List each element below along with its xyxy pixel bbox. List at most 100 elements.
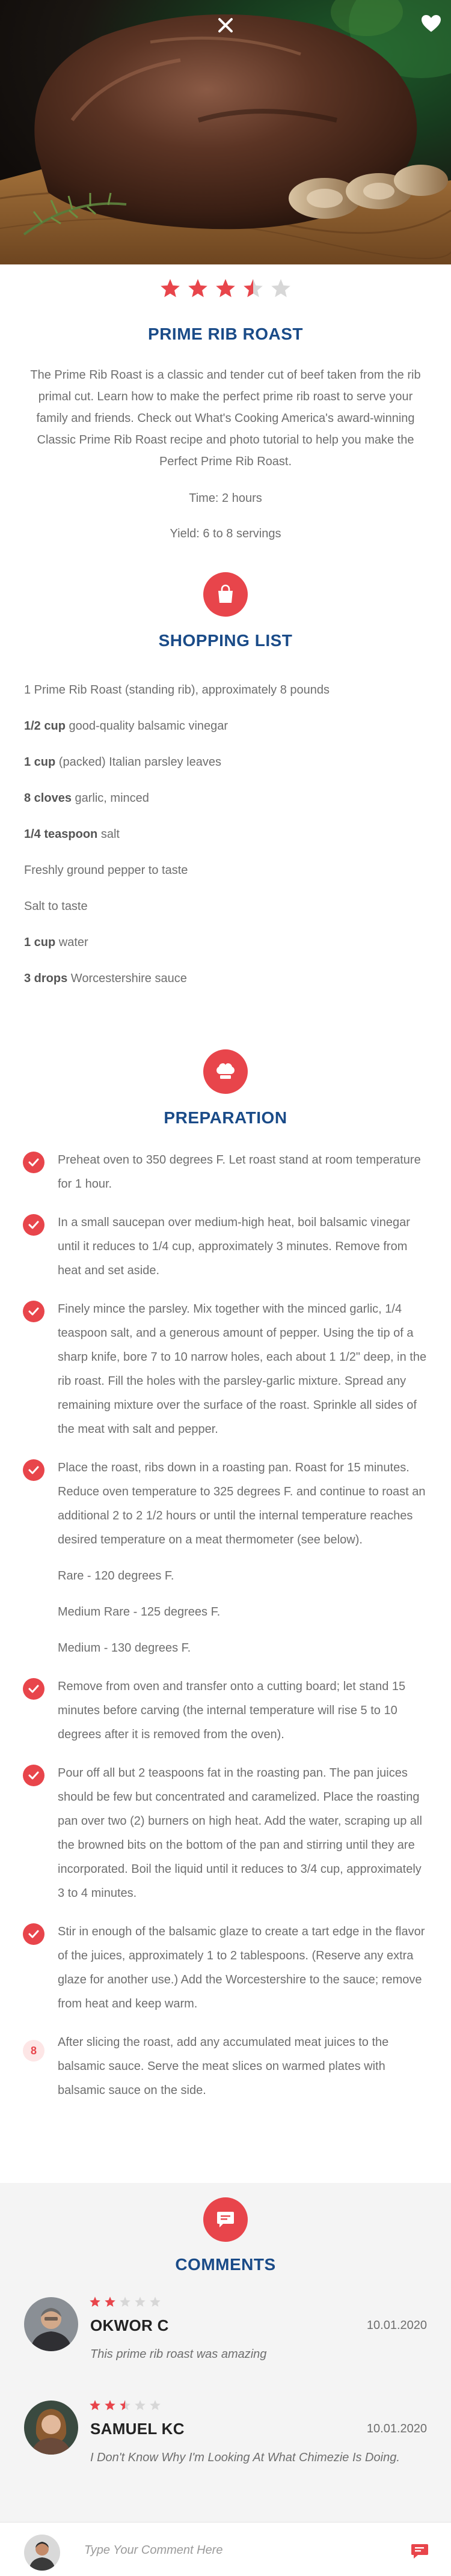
- step-text: Stir in enough of the balsamic glaze to …: [58, 1925, 425, 2010]
- step-complete-toggle[interactable]: [23, 1152, 44, 1173]
- step-complete-toggle[interactable]: [23, 1301, 44, 1322]
- recipe-intro: The Prime Rib Roast is a classic and ten…: [30, 368, 421, 468]
- preparation-step: Pour off all but 2 teaspoons fat in the …: [23, 1761, 428, 1905]
- ingredient-quantity: 1 cup: [24, 936, 56, 949]
- step-complete-toggle[interactable]: [23, 1765, 44, 1786]
- comment-date: 10.01.2020: [366, 2319, 427, 2332]
- comments-section: COMMENTS OKWOR C 10.01.2020 This prime rib…: [0, 2183, 451, 2522]
- close-button[interactable]: [212, 12, 239, 38]
- star-icon: [90, 2297, 100, 2307]
- shopping-list-badge: [203, 572, 248, 617]
- step-number-toggle[interactable]: 8: [23, 2040, 44, 2062]
- ingredient-quantity: 8 cloves: [24, 792, 72, 805]
- ingredient-item: 1 cup (packed) Italian parsley leaves: [24, 744, 427, 780]
- star-icon: [244, 279, 263, 298]
- comments-badge: [203, 2197, 248, 2242]
- temperature-note: Medium Rare - 125 degrees F.: [58, 1605, 221, 1619]
- step-text: Pour off all but 2 teaspoons fat in the …: [58, 1766, 422, 1900]
- step-content: Stir in enough of the balsamic glaze to …: [58, 1920, 428, 2016]
- star-icon: [120, 2297, 130, 2307]
- temperature-note: Rare - 120 degrees F.: [58, 1569, 174, 1583]
- shopping-bag-icon: [218, 584, 233, 603]
- step-content: In a small saucepan over medium-high hea…: [58, 1210, 428, 1283]
- ingredient-item: 1 cup water: [24, 924, 427, 960]
- step-complete-toggle[interactable]: [23, 1459, 44, 1481]
- ingredient-item: 8 cloves garlic, minced: [24, 780, 427, 816]
- ingredient-quantity: 1/4 teaspoon: [24, 828, 98, 841]
- avatar: [24, 2401, 78, 2455]
- comment-item: SAMUEL KC 10.01.2020 I Don't Know Why I'm …: [0, 2396, 451, 2492]
- checkmark-icon: [28, 1221, 39, 1229]
- ingredient-item: Salt to taste: [24, 888, 427, 924]
- step-content: Preheat oven to 350 degrees F. Let roast…: [58, 1148, 428, 1196]
- current-user-avatar: [24, 2535, 60, 2571]
- ingredient-quantity: 1 cup: [24, 755, 56, 769]
- step-content: Remove from oven and transfer onto a cut…: [58, 1674, 428, 1747]
- star-icon: [90, 2400, 100, 2410]
- ingredient-text: 1 Prime Rib Roast (standing rib), approx…: [24, 683, 330, 697]
- comment-rating: [89, 2296, 161, 2308]
- step-text: Remove from oven and transfer onto a cut…: [58, 1680, 406, 1741]
- comment-input[interactable]: [84, 2538, 385, 2562]
- checkmark-icon: [28, 1930, 39, 1938]
- star-icon: [188, 279, 207, 298]
- step-content: Place the roast, ribs down in a roasting…: [58, 1456, 428, 1660]
- comment-composer: [0, 2522, 451, 2576]
- preparation-step: In a small saucepan over medium-high hea…: [23, 1210, 428, 1283]
- ingredient-item: 3 drops Worcestershire sauce: [24, 960, 427, 997]
- comment-date: 10.01.2020: [366, 2422, 427, 2435]
- checkmark-icon: [28, 1466, 39, 1474]
- preparation-step: 8 After slicing the roast, add any accumu…: [23, 2030, 428, 2102]
- step-content: Finely mince the parsley. Mix together w…: [58, 1297, 428, 1441]
- ingredient-quantity: 3 drops: [24, 972, 68, 985]
- step-text: In a small saucepan over medium-high hea…: [58, 1216, 410, 1277]
- ingredient-text: water: [55, 936, 88, 949]
- hero-image: [0, 0, 451, 264]
- star-icon: [105, 2400, 115, 2410]
- preparation-step: Stir in enough of the balsamic glaze to …: [23, 1920, 428, 2016]
- comments-title: COMMENTS: [175, 2255, 276, 2274]
- comment-rating: [89, 2399, 161, 2411]
- step-complete-toggle[interactable]: [23, 1923, 44, 1945]
- favorite-button[interactable]: [416, 8, 446, 38]
- star-icon: [105, 2297, 115, 2307]
- star-icon: [150, 2297, 161, 2307]
- avatar: [24, 2297, 78, 2351]
- ingredient-text: Salt to taste: [24, 900, 88, 913]
- ingredient-item: Freshly ground pepper to taste: [24, 852, 427, 888]
- checkmark-icon: [28, 1158, 39, 1167]
- temperature-note: Medium - 130 degrees F.: [58, 1641, 191, 1655]
- preparation-step: Remove from oven and transfer onto a cut…: [23, 1674, 428, 1747]
- ingredient-text: Freshly ground pepper to taste: [24, 864, 188, 877]
- recipe-title: PRIME RIB ROAST: [148, 325, 303, 343]
- preparation-step: Place the roast, ribs down in a roasting…: [23, 1456, 428, 1660]
- step-complete-toggle[interactable]: [23, 1214, 44, 1236]
- close-icon: [218, 18, 233, 32]
- comment-text: This prime rib roast was amazing: [90, 2348, 267, 2361]
- star-icon: [271, 279, 290, 298]
- recipe-yield: Yield: 6 to 8 servings: [170, 527, 281, 540]
- star-icon: [135, 2400, 146, 2410]
- ingredient-text: good-quality balsamic vinegar: [65, 719, 229, 733]
- preparation-badge: [203, 1049, 248, 1094]
- ingredient-item: 1 Prime Rib Roast (standing rib), approx…: [24, 672, 427, 708]
- comment-author: OKWOR C: [90, 2316, 169, 2334]
- step-complete-toggle[interactable]: [23, 1678, 44, 1700]
- ingredient-quantity: 1/2 cup: [24, 719, 66, 733]
- checkmark-icon: [28, 1685, 39, 1693]
- comment-list: OKWOR C 10.01.2020 This prime rib roast wa…: [0, 2292, 451, 2492]
- preparation-title: PREPARATION: [164, 1108, 287, 1127]
- ingredient-item: 1/2 cup good-quality balsamic vinegar: [24, 708, 427, 744]
- step-text: After slicing the roast, add any accumul…: [58, 2036, 389, 2097]
- chef-hat-icon: [216, 1063, 235, 1079]
- step-text: Place the roast, ribs down in a roasting…: [58, 1461, 426, 1546]
- send-comment-button[interactable]: [408, 2539, 432, 2563]
- step-text: Preheat oven to 350 degrees F. Let roast…: [58, 1153, 421, 1191]
- star-icon: [150, 2400, 161, 2410]
- prime-rib-photo: [0, 0, 451, 264]
- comment-text: I Don't Know Why I'm Looking At What Chi…: [90, 2451, 400, 2464]
- heart-icon: [422, 15, 441, 32]
- ingredient-text: garlic, minced: [71, 792, 149, 805]
- ingredient-list: 1 Prime Rib Roast (standing rib), approx…: [24, 672, 427, 997]
- comment-item: OKWOR C 10.01.2020 This prime rib roast wa…: [0, 2292, 451, 2388]
